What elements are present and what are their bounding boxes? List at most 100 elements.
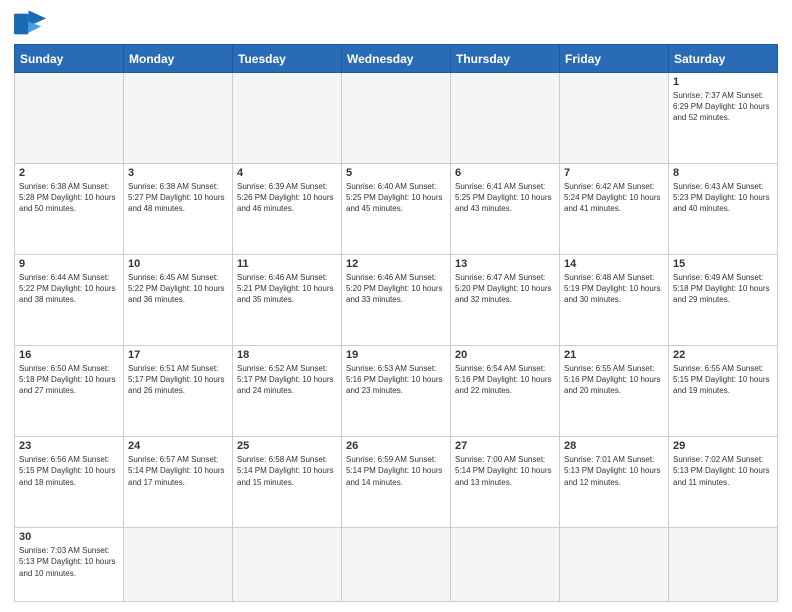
calendar-day-cell (124, 73, 233, 164)
day-info: Sunrise: 6:39 AM Sunset: 5:26 PM Dayligh… (237, 181, 337, 215)
day-number: 3 (128, 167, 228, 179)
calendar-day-cell: 7 Sunrise: 6:42 AM Sunset: 5:24 PM Daylig… (560, 164, 669, 255)
day-number: 1 (673, 76, 773, 88)
day-header-monday: Monday (124, 45, 233, 73)
day-number: 7 (564, 167, 664, 179)
day-info: Sunrise: 7:00 AM Sunset: 5:14 PM Dayligh… (455, 454, 555, 488)
day-info: Sunrise: 6:54 AM Sunset: 5:16 PM Dayligh… (455, 363, 555, 397)
calendar-day-cell (342, 73, 451, 164)
day-number: 29 (673, 440, 773, 452)
day-number: 10 (128, 258, 228, 270)
calendar-day-cell: 12 Sunrise: 6:46 AM Sunset: 5:20 PM Dayli… (342, 255, 451, 346)
calendar-day-cell: 29 Sunrise: 7:02 AM Sunset: 5:13 PM Dayli… (669, 437, 778, 528)
calendar-day-cell (451, 528, 560, 602)
calendar-day-cell (560, 528, 669, 602)
day-info: Sunrise: 6:47 AM Sunset: 5:20 PM Dayligh… (455, 272, 555, 306)
day-number: 4 (237, 167, 337, 179)
calendar-day-cell: 6 Sunrise: 6:41 AM Sunset: 5:25 PM Daylig… (451, 164, 560, 255)
day-info: Sunrise: 6:38 AM Sunset: 5:28 PM Dayligh… (19, 181, 119, 215)
day-info: Sunrise: 6:40 AM Sunset: 5:25 PM Dayligh… (346, 181, 446, 215)
day-number: 12 (346, 258, 446, 270)
calendar-week-row: 30 Sunrise: 7:03 AM Sunset: 5:13 PM Dayli… (15, 528, 778, 602)
calendar-day-cell: 28Sunrise: 7:01 AM Sunset: 5:13 PM Dayli… (560, 437, 669, 528)
calendar-week-row: 9Sunrise: 6:44 AM Sunset: 5:22 PM Daylig… (15, 255, 778, 346)
day-info: Sunrise: 6:42 AM Sunset: 5:24 PM Dayligh… (564, 181, 664, 215)
calendar-day-cell: 2 Sunrise: 6:38 AM Sunset: 5:28 PM Daylig… (15, 164, 124, 255)
calendar-day-cell: 22 Sunrise: 6:55 AM Sunset: 5:15 PM Dayli… (669, 346, 778, 437)
day-info: Sunrise: 6:41 AM Sunset: 5:25 PM Dayligh… (455, 181, 555, 215)
calendar-day-cell: 10 Sunrise: 6:45 AM Sunset: 5:22 PM Dayli… (124, 255, 233, 346)
day-info: Sunrise: 6:51 AM Sunset: 5:17 PM Dayligh… (128, 363, 228, 397)
calendar-day-cell: 18 Sunrise: 6:52 AM Sunset: 5:17 PM Dayli… (233, 346, 342, 437)
day-number: 9 (19, 258, 119, 270)
day-info: Sunrise: 6:46 AM Sunset: 5:21 PM Dayligh… (237, 272, 337, 306)
calendar-week-row: 2 Sunrise: 6:38 AM Sunset: 5:28 PM Daylig… (15, 164, 778, 255)
day-info: Sunrise: 7:01 AM Sunset: 5:13 PM Dayligh… (564, 454, 664, 488)
calendar-day-cell: 4 Sunrise: 6:39 AM Sunset: 5:26 PM Daylig… (233, 164, 342, 255)
day-info: Sunrise: 7:03 AM Sunset: 5:13 PM Dayligh… (19, 545, 119, 579)
calendar-day-cell: 9Sunrise: 6:44 AM Sunset: 5:22 PM Daylig… (15, 255, 124, 346)
day-info: Sunrise: 6:49 AM Sunset: 5:18 PM Dayligh… (673, 272, 773, 306)
day-header-tuesday: Tuesday (233, 45, 342, 73)
day-header-sunday: Sunday (15, 45, 124, 73)
calendar-day-cell: 16Sunrise: 6:50 AM Sunset: 5:18 PM Dayli… (15, 346, 124, 437)
day-number: 27 (455, 440, 555, 452)
calendar-day-cell (233, 528, 342, 602)
day-number: 20 (455, 349, 555, 361)
calendar-day-cell (451, 73, 560, 164)
day-number: 16 (19, 349, 119, 361)
calendar-day-cell (560, 73, 669, 164)
calendar-day-cell (342, 528, 451, 602)
day-number: 18 (237, 349, 337, 361)
day-number: 17 (128, 349, 228, 361)
calendar-day-cell (669, 528, 778, 602)
header (14, 10, 778, 38)
general-blue-logo-icon (14, 10, 46, 38)
calendar-day-cell: 19 Sunrise: 6:53 AM Sunset: 5:16 PM Dayli… (342, 346, 451, 437)
day-number: 30 (19, 531, 119, 543)
day-number: 21 (564, 349, 664, 361)
day-info: Sunrise: 6:45 AM Sunset: 5:22 PM Dayligh… (128, 272, 228, 306)
calendar-day-cell: 5 Sunrise: 6:40 AM Sunset: 5:25 PM Daylig… (342, 164, 451, 255)
day-info: Sunrise: 6:55 AM Sunset: 5:16 PM Dayligh… (564, 363, 664, 397)
day-header-wednesday: Wednesday (342, 45, 451, 73)
calendar-day-cell: 15 Sunrise: 6:49 AM Sunset: 5:18 PM Dayli… (669, 255, 778, 346)
day-info: Sunrise: 6:52 AM Sunset: 5:17 PM Dayligh… (237, 363, 337, 397)
day-number: 2 (19, 167, 119, 179)
calendar-day-cell: 24Sunrise: 6:57 AM Sunset: 5:14 PM Dayli… (124, 437, 233, 528)
calendar-day-cell: 25Sunrise: 6:58 AM Sunset: 5:14 PM Dayli… (233, 437, 342, 528)
calendar-day-cell: 17 Sunrise: 6:51 AM Sunset: 5:17 PM Dayli… (124, 346, 233, 437)
day-header-saturday: Saturday (669, 45, 778, 73)
calendar-day-cell: 27 Sunrise: 7:00 AM Sunset: 5:14 PM Dayli… (451, 437, 560, 528)
logo (14, 10, 50, 38)
calendar-day-cell: 3 Sunrise: 6:38 AM Sunset: 5:27 PM Daylig… (124, 164, 233, 255)
day-number: 11 (237, 258, 337, 270)
day-info: Sunrise: 7:02 AM Sunset: 5:13 PM Dayligh… (673, 454, 773, 488)
day-number: 22 (673, 349, 773, 361)
calendar-day-cell: 21 Sunrise: 6:55 AM Sunset: 5:16 PM Dayli… (560, 346, 669, 437)
day-number: 15 (673, 258, 773, 270)
day-info: Sunrise: 6:53 AM Sunset: 5:16 PM Dayligh… (346, 363, 446, 397)
day-header-friday: Friday (560, 45, 669, 73)
calendar-day-cell: 23 Sunrise: 6:56 AM Sunset: 5:15 PM Dayli… (15, 437, 124, 528)
calendar-day-cell: 8 Sunrise: 6:43 AM Sunset: 5:23 PM Daylig… (669, 164, 778, 255)
calendar-day-cell (15, 73, 124, 164)
day-number: 13 (455, 258, 555, 270)
day-info: Sunrise: 6:59 AM Sunset: 5:14 PM Dayligh… (346, 454, 446, 488)
calendar-header-row: SundayMondayTuesdayWednesdayThursdayFrid… (15, 45, 778, 73)
day-number: 24 (128, 440, 228, 452)
calendar-week-row: 1Sunrise: 7:37 AM Sunset: 6:29 PM Daylig… (15, 73, 778, 164)
calendar-week-row: 23 Sunrise: 6:56 AM Sunset: 5:15 PM Dayli… (15, 437, 778, 528)
day-number: 23 (19, 440, 119, 452)
day-info: Sunrise: 6:43 AM Sunset: 5:23 PM Dayligh… (673, 181, 773, 215)
day-info: Sunrise: 6:46 AM Sunset: 5:20 PM Dayligh… (346, 272, 446, 306)
day-number: 5 (346, 167, 446, 179)
day-info: Sunrise: 6:55 AM Sunset: 5:15 PM Dayligh… (673, 363, 773, 397)
day-number: 6 (455, 167, 555, 179)
day-info: Sunrise: 6:56 AM Sunset: 5:15 PM Dayligh… (19, 454, 119, 488)
day-info: Sunrise: 6:38 AM Sunset: 5:27 PM Dayligh… (128, 181, 228, 215)
day-number: 19 (346, 349, 446, 361)
calendar-day-cell (124, 528, 233, 602)
day-number: 8 (673, 167, 773, 179)
calendar-day-cell: 26Sunrise: 6:59 AM Sunset: 5:14 PM Dayli… (342, 437, 451, 528)
